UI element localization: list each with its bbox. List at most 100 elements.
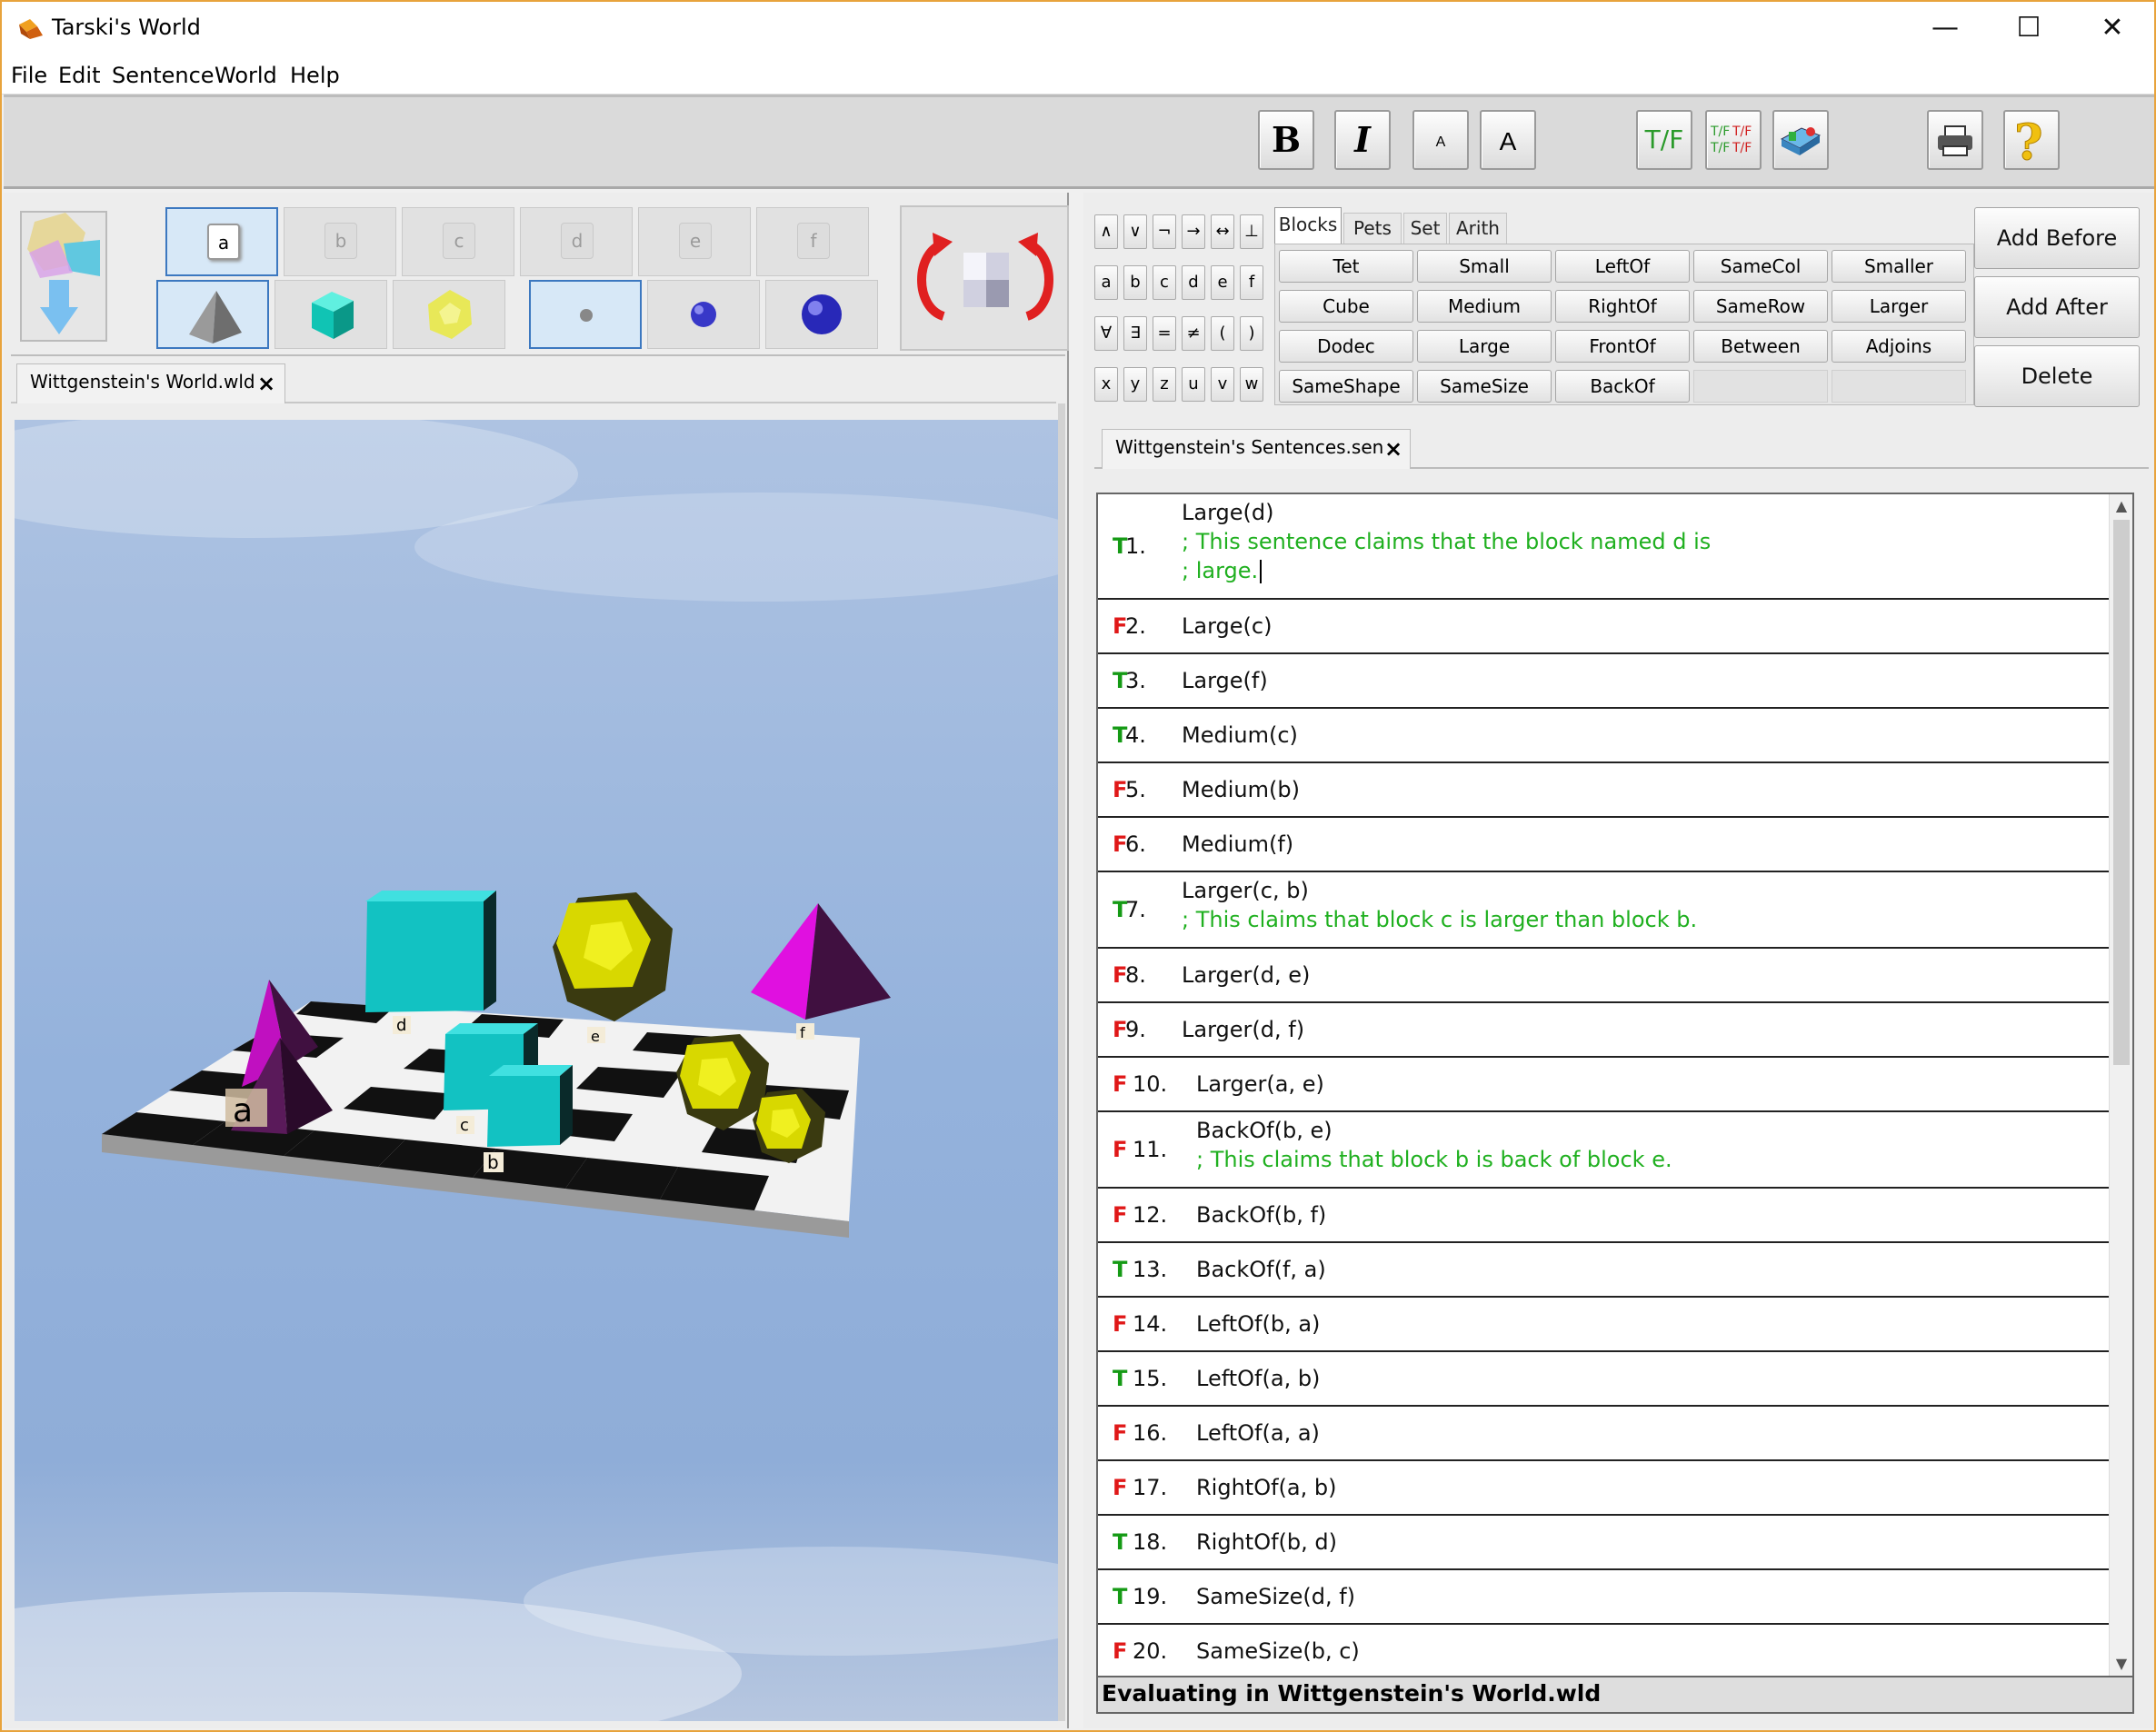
pred-larger-button[interactable]: Larger <box>1832 290 1966 323</box>
sentence-row[interactable]: F 17. RightOf(a, b) <box>1098 1461 2109 1516</box>
menu-world[interactable]: World <box>215 63 277 88</box>
scroll-down-icon[interactable]: ▼ <box>2110 1652 2132 1676</box>
key-equals[interactable]: = <box>1153 316 1176 351</box>
menu-edit[interactable]: Edit <box>58 63 100 88</box>
key-implies[interactable]: → <box>1182 214 1205 249</box>
key-d[interactable]: d <box>1182 265 1205 300</box>
medium-size-button[interactable] <box>647 280 760 349</box>
sentence-row[interactable]: T 15. LeftOf(a, b) <box>1098 1352 2109 1407</box>
sentence-formula[interactable]: RightOf(b, d) <box>1196 1529 1337 1555</box>
sentence-row[interactable]: F 16. LeftOf(a, a) <box>1098 1407 2109 1461</box>
pred-adjoins-button[interactable]: Adjoins <box>1832 330 1966 363</box>
world-scrollbar[interactable] <box>1058 403 1065 1721</box>
tab-arith[interactable]: Arith <box>1449 213 1507 244</box>
pred-smaller-button[interactable]: Smaller <box>1832 250 1966 283</box>
key-bottom[interactable]: ⊥ <box>1240 214 1263 249</box>
sentence-row[interactable]: T 13. BackOf(f, a) <box>1098 1243 2109 1298</box>
tab-set[interactable]: Set <box>1403 213 1447 244</box>
pred-dodec-button[interactable]: Dodec <box>1279 330 1413 363</box>
sentence-row[interactable]: F 6. Medium(f) <box>1098 818 2109 872</box>
world-tab-close-icon[interactable]: × <box>257 370 275 397</box>
dodec-shape-button[interactable] <box>393 280 505 349</box>
tab-pets[interactable]: Pets <box>1343 213 1402 244</box>
key-f[interactable]: f <box>1240 265 1263 300</box>
sentence-formula[interactable]: Larger(d, f) <box>1182 1017 1304 1042</box>
sentence-formula[interactable]: LeftOf(b, a) <box>1196 1311 1320 1337</box>
print-button[interactable] <box>1927 110 1983 170</box>
sentence-formula[interactable]: Large(f) <box>1182 668 1268 693</box>
key-open-paren[interactable]: ( <box>1211 316 1234 351</box>
sentence-formula[interactable]: Larger(a, e) <box>1196 1071 1324 1097</box>
italic-button[interactable]: I <box>1334 110 1391 170</box>
verify-all-button[interactable]: T/F T/F T/F T/F <box>1705 110 1762 170</box>
sentence-formula[interactable]: Medium(b) <box>1182 777 1300 802</box>
key-e[interactable]: e <box>1211 265 1234 300</box>
game-button[interactable] <box>1772 110 1829 170</box>
pred-rightof-button[interactable]: RightOf <box>1555 290 1690 323</box>
sentence-formula[interactable]: BackOf(b, e) <box>1196 1118 1333 1143</box>
scroll-thumb[interactable] <box>2113 520 2130 1065</box>
sentence-row[interactable]: F 14. LeftOf(b, a) <box>1098 1298 2109 1352</box>
name-button-a[interactable]: a <box>165 207 278 276</box>
tet-shape-button[interactable] <box>156 280 269 349</box>
cube-shape-button[interactable] <box>274 280 387 349</box>
sentence-row[interactable]: F 12. BackOf(b, f) <box>1098 1189 2109 1243</box>
menu-sentence[interactable]: Sentence <box>112 63 215 88</box>
sentence-formula[interactable]: LeftOf(a, b) <box>1196 1366 1320 1391</box>
key-close-paren[interactable]: ) <box>1240 316 1263 351</box>
sentence-formula[interactable]: LeftOf(a, a) <box>1196 1420 1320 1446</box>
pred-frontof-button[interactable]: FrontOf <box>1555 330 1690 363</box>
key-y[interactable]: y <box>1123 367 1147 402</box>
add-before-button[interactable]: Add Before <box>1974 207 2140 269</box>
tab-blocks[interactable]: Blocks <box>1274 207 1342 244</box>
name-button-c[interactable]: c <box>402 207 514 276</box>
sentence-row[interactable]: F 10. Larger(a, e) <box>1098 1058 2109 1112</box>
key-x[interactable]: x <box>1094 367 1118 402</box>
sentence-row[interactable]: T 7. Larger(c, b); This claims that block … <box>1098 872 2109 949</box>
minimize-button[interactable]: — <box>1903 2 1987 56</box>
large-size-button[interactable] <box>765 280 878 349</box>
pred-medium-button[interactable]: Medium <box>1417 290 1552 323</box>
key-a[interactable]: a <box>1094 265 1118 300</box>
sentence-formula[interactable]: Large(d) <box>1182 500 1273 525</box>
name-button-f[interactable]: f <box>756 207 869 276</box>
key-b[interactable]: b <box>1123 265 1147 300</box>
menu-file[interactable]: File <box>11 63 47 88</box>
verify-button[interactable]: T/F <box>1636 110 1692 170</box>
sentence-formula[interactable]: SameSize(b, c) <box>1196 1638 1360 1664</box>
close-button[interactable]: ✕ <box>2071 2 2154 56</box>
sentence-file-tab[interactable]: Wittgenstein's Sentences.sen × <box>1102 429 1411 469</box>
sentence-row[interactable]: F 5. Medium(b) <box>1098 763 2109 818</box>
sentence-row[interactable]: F 20. SameSize(b, c) <box>1098 1625 2109 1676</box>
small-size-button[interactable] <box>529 280 642 349</box>
pred-tet-button[interactable]: Tet <box>1279 250 1413 283</box>
sentence-row[interactable]: F 11. BackOf(b, e) ; This claims that block… <box>1098 1112 2109 1189</box>
sentence-row[interactable]: F 2. Large(c) <box>1098 600 2109 654</box>
sentence-row[interactable]: F 8. Larger(d, e) <box>1098 949 2109 1003</box>
pred-samesize-button[interactable]: SameSize <box>1417 370 1552 403</box>
pred-between-button[interactable]: Between <box>1693 330 1828 363</box>
sentence-row[interactable]: T 1. Large(d); This sentence claims that t… <box>1098 494 2109 600</box>
pred-samerow-button[interactable]: SameRow <box>1693 290 1828 323</box>
font-smaller-button[interactable]: A <box>1412 110 1469 170</box>
view-cube-icon[interactable] <box>958 234 1014 325</box>
sentence-formula[interactable]: RightOf(a, b) <box>1196 1475 1336 1500</box>
pred-large-button[interactable]: Large <box>1417 330 1552 363</box>
sentence-row[interactable]: T 19. SameSize(d, f) <box>1098 1570 2109 1625</box>
key-iff[interactable]: ↔ <box>1211 214 1234 249</box>
add-after-button[interactable]: Add After <box>1974 276 2140 338</box>
rotate-left-icon[interactable] <box>902 216 956 343</box>
pred-cube-button[interactable]: Cube <box>1279 290 1413 323</box>
world-file-tab[interactable]: Wittgenstein's World.wld × <box>16 363 285 403</box>
block-f-tet[interactable]: f <box>751 903 891 1041</box>
sentence-formula[interactable]: BackOf(b, f) <box>1196 1202 1326 1228</box>
key-exists[interactable]: ∃ <box>1123 316 1147 351</box>
pred-sameshape-button[interactable]: SameShape <box>1279 370 1413 403</box>
sentence-formula[interactable]: Larger(d, e) <box>1182 962 1310 988</box>
bold-button[interactable]: B <box>1258 110 1314 170</box>
sentence-formula[interactable]: Medium(c) <box>1182 722 1298 748</box>
sentence-tab-close-icon[interactable]: × <box>1384 435 1402 463</box>
pred-samecol-button[interactable]: SameCol <box>1693 250 1828 283</box>
font-larger-button[interactable]: A <box>1480 110 1536 170</box>
sentence-row[interactable]: T 18. RightOf(b, d) <box>1098 1516 2109 1570</box>
